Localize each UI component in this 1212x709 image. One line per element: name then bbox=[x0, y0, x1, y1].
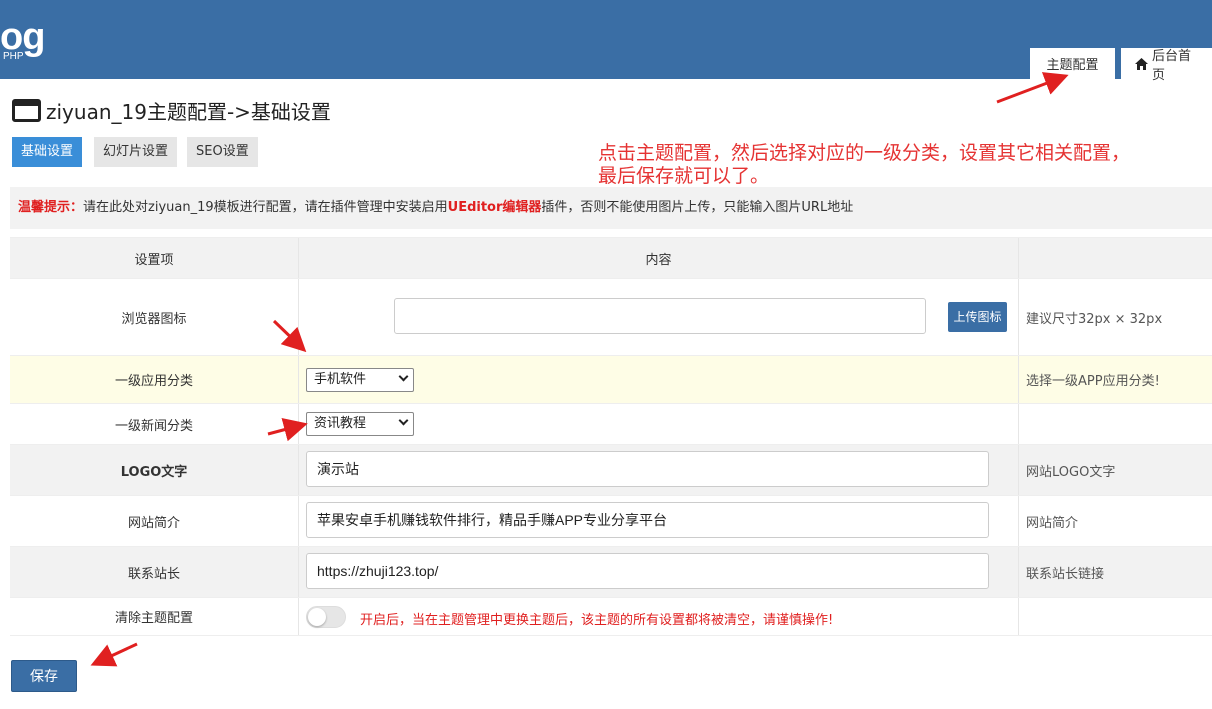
row-label: 联系站长 bbox=[10, 547, 299, 597]
subtab-seo[interactable]: SEO设置 bbox=[187, 137, 258, 167]
top-header: og PHP 主题配置 后台首页 bbox=[0, 0, 1212, 83]
logo-text-input[interactable]: 演示站 bbox=[306, 451, 989, 487]
row-label: LOGO文字 bbox=[10, 445, 299, 495]
table-row-app-category: 一级应用分类 手机软件 选择一级APP应用分类! bbox=[10, 355, 1212, 403]
tab-admin-home-label: 后台首页 bbox=[1152, 48, 1192, 83]
table-row-site-intro: 网站简介 苹果安卓手机赚钱软件排行，精品手赚APP专业分享平台 网站简介 bbox=[10, 495, 1212, 546]
row-label: 清除主题配置 bbox=[10, 598, 299, 635]
clear-config-warning: 开启后，当在主题管理中更换主题后，该主题的所有设置都将被清空，请谨慎操作! bbox=[360, 613, 834, 628]
row-label: 一级应用分类 bbox=[10, 356, 299, 403]
upload-icon-button[interactable]: 上传图标 bbox=[948, 302, 1007, 332]
window-icon bbox=[12, 99, 41, 122]
table-row-news-category: 一级新闻分类 资讯教程 bbox=[10, 403, 1212, 444]
row-label: 一级新闻分类 bbox=[10, 404, 299, 444]
subtab-basic[interactable]: 基础设置 bbox=[12, 137, 83, 167]
save-button[interactable]: 保存 bbox=[11, 660, 77, 692]
tab-theme-config[interactable]: 主题配置 bbox=[1030, 48, 1115, 79]
row-hint: 网站简介 bbox=[1026, 515, 1079, 531]
tab-theme-config-label: 主题配置 bbox=[1046, 58, 1099, 73]
table-row-clear-config: 清除主题配置 开启后，当在主题管理中更换主题后，该主题的所有设置都将被清空，请谨… bbox=[10, 597, 1212, 636]
header-setting: 设置项 bbox=[10, 238, 299, 278]
page-title-text: ziyuan_19主题配置->基础设置 bbox=[46, 100, 331, 124]
table-row-favicon: 浏览器图标 上传图标 建议尺寸32px × 32px bbox=[10, 278, 1212, 355]
instruction-annotation: 点击主题配置，然后选择对应的一级分类，设置其它相关配置，最后保存就可以了。 bbox=[598, 142, 1131, 187]
arrow-to-save-button bbox=[90, 642, 138, 667]
tab-admin-home[interactable]: 后台首页 bbox=[1121, 48, 1212, 83]
site-intro-input[interactable]: 苹果安卓手机赚钱软件排行，精品手赚APP专业分享平台 bbox=[306, 502, 989, 538]
row-hint: 联系站长链接 bbox=[1026, 566, 1105, 582]
row-hint bbox=[1019, 404, 1212, 444]
row-label: 浏览器图标 bbox=[10, 279, 299, 355]
arrow-to-theme-tab bbox=[996, 72, 1069, 104]
toggle-knob bbox=[308, 608, 326, 626]
logo-subtext: PHP bbox=[3, 51, 24, 62]
chevron-down-icon bbox=[398, 415, 409, 426]
subtab-slides[interactable]: 幻灯片设置 bbox=[94, 137, 178, 167]
row-hint: 选择一级APP应用分类! bbox=[1026, 374, 1160, 389]
table-row-logo-text: LOGO文字 演示站 网站LOGO文字 bbox=[10, 444, 1212, 495]
header-content: 内容 bbox=[299, 238, 1019, 278]
notice-text-2: 插件，否则不能使用图片上传，只能输入图片URL地址 bbox=[541, 200, 854, 215]
contact-url-input[interactable]: https://zhuji123.top/ bbox=[306, 553, 989, 589]
row-hint: 网站LOGO文字 bbox=[1026, 464, 1116, 480]
notice-text-1: 请在此处对ziyuan_19模板进行配置，请在插件管理中安装启用 bbox=[83, 200, 448, 215]
favicon-url-input[interactable] bbox=[394, 298, 926, 334]
clear-config-toggle[interactable] bbox=[306, 606, 346, 628]
page-title: ziyuan_19主题配置->基础设置 bbox=[12, 96, 331, 125]
row-hint: 建议尺寸32px × 32px bbox=[1026, 311, 1163, 327]
table-header-row: 设置项 内容 bbox=[10, 237, 1212, 278]
app-category-select[interactable]: 手机软件 bbox=[306, 368, 414, 392]
row-label: 网站简介 bbox=[10, 496, 299, 546]
notice-highlight: UEditor编辑器 bbox=[447, 200, 542, 215]
chevron-down-icon bbox=[398, 371, 409, 382]
notice-prefix: 温馨提示： bbox=[18, 200, 84, 215]
home-icon bbox=[1135, 57, 1148, 70]
news-category-select[interactable]: 资讯教程 bbox=[306, 412, 414, 436]
table-row-contact: 联系站长 https://zhuji123.top/ 联系站长链接 bbox=[10, 546, 1212, 597]
notice-bar: 温馨提示：请在此处对ziyuan_19模板进行配置，请在插件管理中安装启用UEd… bbox=[10, 187, 1212, 229]
